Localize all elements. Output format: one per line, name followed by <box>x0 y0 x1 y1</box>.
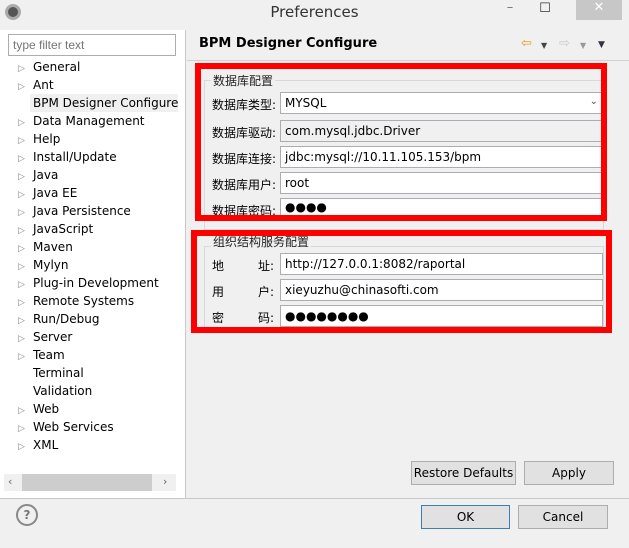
tree-item-label: Web <box>33 402 60 416</box>
tree-item[interactable]: ▷ Help <box>18 130 60 148</box>
divider <box>187 60 629 61</box>
tree-item-label: Install/Update <box>33 150 117 164</box>
tree-item[interactable]: ▷ Ant <box>18 76 54 94</box>
tree-item[interactable]: ▷ Remote Systems <box>18 292 134 310</box>
divider <box>0 498 629 499</box>
tree-item-label: Maven <box>33 240 73 254</box>
tree-item[interactable]: Validation <box>18 382 92 400</box>
tree-item[interactable]: ▷ XML <box>18 436 58 454</box>
tree-item-label: Validation <box>33 384 93 398</box>
forward-icon[interactable]: ⇨ <box>559 36 570 51</box>
ok-button[interactable]: OK <box>421 505 510 529</box>
tree-item-label: Java EE <box>33 186 78 200</box>
page-title: BPM Designer Configure <box>199 36 378 51</box>
close-button[interactable]: ✕ <box>576 0 622 20</box>
tree-item[interactable]: BPM Designer Configure <box>30 94 178 112</box>
tree-item-label: Remote Systems <box>33 294 135 308</box>
tree-item[interactable]: ▷ Server <box>18 328 72 346</box>
maximize-button[interactable]: ☐ <box>530 1 560 21</box>
tree-item[interactable]: ▷ Team <box>18 346 65 364</box>
tree-item-label: Ant <box>33 78 54 92</box>
apply-button[interactable]: Apply <box>524 461 614 485</box>
highlight-box-db <box>195 63 607 221</box>
tree-item-label: Server <box>33 330 73 344</box>
tree-item[interactable]: ▷ Java <box>18 166 58 184</box>
tree-item[interactable]: ▷ Web Services <box>18 418 114 436</box>
tree-item-label: Java <box>33 168 59 182</box>
tree-item[interactable]: ▷ Plug-in Development <box>18 274 159 292</box>
forward-menu-chevron-icon[interactable]: ▼ <box>580 41 586 50</box>
restore-defaults-button[interactable]: Restore Defaults <box>411 461 516 485</box>
tree-item-label: Java Persistence <box>33 204 131 218</box>
tree-item-label: Plug-in Development <box>33 276 159 290</box>
tree-item-label: Run/Debug <box>33 312 100 326</box>
title-bar: Preferences – ☐ ✕ <box>0 0 629 26</box>
tree-item[interactable]: ▷ Java EE <box>18 184 77 202</box>
tree-item-label: JavaScript <box>33 222 94 236</box>
back-menu-chevron-icon[interactable]: ▼ <box>541 41 547 50</box>
tree-item-label: Team <box>33 348 65 362</box>
back-icon[interactable]: ⇦ <box>521 36 532 51</box>
tree-item[interactable]: ▷ Mylyn <box>18 256 69 274</box>
tree-item-label: BPM Designer Configure <box>33 96 179 110</box>
tree-item[interactable]: ▷ General <box>18 58 80 76</box>
tree-item-label: General <box>33 60 81 74</box>
help-icon[interactable]: ? <box>16 504 38 526</box>
highlight-box-org <box>191 230 612 333</box>
tree-item-label: XML <box>33 438 59 452</box>
tree-item[interactable]: ▷ Install/Update <box>18 148 117 166</box>
tree-item-label: Web Services <box>33 420 114 434</box>
cancel-button[interactable]: Cancel <box>518 505 608 529</box>
tree-item-label: Mylyn <box>33 258 69 272</box>
minimize-button[interactable]: – <box>500 0 520 20</box>
tree-item-label: Help <box>33 132 61 146</box>
tree-item[interactable]: ▷ Data Management <box>18 112 145 130</box>
view-menu-icon[interactable]: ▼ <box>598 40 605 50</box>
tree-item-label: Data Management <box>33 114 145 128</box>
tree-item[interactable]: ▷ Web <box>18 400 59 418</box>
tree-item[interactable]: Terminal <box>18 364 84 382</box>
tree-item-label: Terminal <box>33 366 84 380</box>
preference-tree-panel: ▷General▷AntBPM Designer Configure▷Data … <box>0 30 186 498</box>
scrollbar-thumb[interactable] <box>22 474 152 491</box>
tree-item[interactable]: ▷ JavaScript <box>18 220 93 238</box>
tree-item[interactable]: ▷ Java Persistence <box>18 202 131 220</box>
scroll-left-icon[interactable]: ‹ <box>8 475 12 488</box>
filter-input[interactable] <box>8 34 176 56</box>
tree-item[interactable]: ▷ Run/Debug <box>18 310 100 328</box>
scroll-right-icon[interactable]: › <box>163 475 167 488</box>
expand-icon[interactable]: ▷ <box>18 438 33 456</box>
tree-item[interactable]: ▷ Maven <box>18 238 73 256</box>
